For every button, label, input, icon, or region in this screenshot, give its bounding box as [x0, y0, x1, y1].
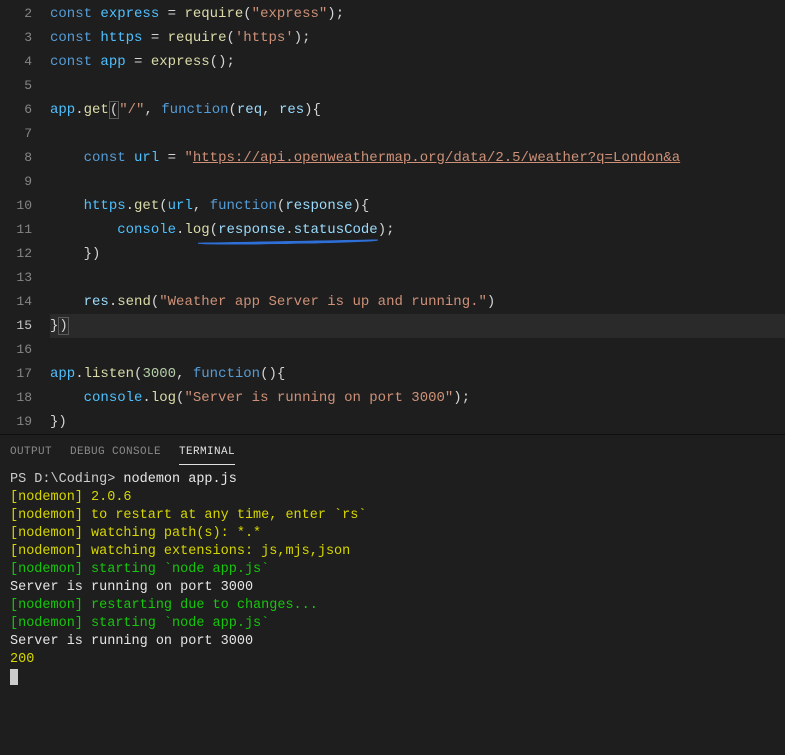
- line-number: 16: [0, 338, 32, 362]
- code-line[interactable]: [50, 338, 785, 362]
- code-area[interactable]: const express = require("express");const…: [50, 2, 785, 434]
- line-number: 14: [0, 290, 32, 314]
- terminal-line: [nodemon] to restart at any time, enter …: [10, 507, 775, 525]
- tab-debug-console[interactable]: DEBUG CONSOLE: [70, 446, 161, 465]
- code-line[interactable]: const url = "https://api.openweathermap.…: [50, 146, 785, 170]
- matching-bracket: (: [109, 101, 119, 119]
- terminal-line: [nodemon] restarting due to changes...: [10, 597, 775, 615]
- code-line[interactable]: const https = require('https');: [50, 26, 785, 50]
- terminal-line: [nodemon] watching path(s): *.*: [10, 525, 775, 543]
- matching-bracket: ): [58, 317, 68, 335]
- code-line[interactable]: [50, 170, 785, 194]
- line-number: 6: [0, 98, 32, 122]
- code-line[interactable]: const app = express();: [50, 50, 785, 74]
- terminal-output[interactable]: PS D:\Coding> nodemon app.js[nodemon] 2.…: [0, 465, 785, 697]
- line-number: 15: [0, 314, 32, 338]
- line-number: 10: [0, 194, 32, 218]
- terminal-line: [nodemon] 2.0.6: [10, 489, 775, 507]
- code-line[interactable]: }): [50, 242, 785, 266]
- line-number: 5: [0, 74, 32, 98]
- terminal-line: [nodemon] watching extensions: js,mjs,js…: [10, 543, 775, 561]
- code-line[interactable]: https.get(url, function(response){: [50, 194, 785, 218]
- code-line[interactable]: }): [50, 410, 785, 434]
- terminal-line: [nodemon] starting `node app.js`: [10, 561, 775, 579]
- line-number: 7: [0, 122, 32, 146]
- terminal-prompt-line: PS D:\Coding> nodemon app.js: [10, 471, 775, 489]
- code-line[interactable]: [50, 74, 785, 98]
- terminal-line: Server is running on port 3000: [10, 633, 775, 651]
- cursor-icon: [10, 669, 18, 685]
- line-number: 11: [0, 218, 32, 242]
- terminal-prompt: PS D:\Coding>: [10, 472, 123, 487]
- terminal-line: [nodemon] starting `node app.js`: [10, 615, 775, 633]
- line-number: 19: [0, 410, 32, 434]
- tab-output[interactable]: OUTPUT: [10, 446, 52, 465]
- code-line[interactable]: app.get("/", function(req, res){: [50, 98, 785, 122]
- code-line[interactable]: res.send("Weather app Server is up and r…: [50, 290, 785, 314]
- line-number: 13: [0, 266, 32, 290]
- line-number-gutter: 2345678910111213141516171819: [0, 2, 50, 434]
- line-number: 2: [0, 2, 32, 26]
- bottom-panel: OUTPUT DEBUG CONSOLE TERMINAL PS D:\Codi…: [0, 438, 785, 755]
- code-line[interactable]: app.listen(3000, function(){: [50, 362, 785, 386]
- code-line[interactable]: [50, 122, 785, 146]
- terminal-cursor-line[interactable]: [10, 669, 775, 687]
- terminal-command: nodemon app.js: [123, 472, 236, 487]
- terminal-line: Server is running on port 3000: [10, 579, 775, 597]
- code-editor[interactable]: 2345678910111213141516171819 const expre…: [0, 0, 785, 434]
- terminal-line: 200: [10, 651, 775, 669]
- panel-tabs: OUTPUT DEBUG CONSOLE TERMINAL: [0, 438, 785, 465]
- tab-terminal[interactable]: TERMINAL: [179, 446, 235, 465]
- code-line[interactable]: }): [50, 314, 785, 338]
- line-number: 18: [0, 386, 32, 410]
- line-number: 3: [0, 26, 32, 50]
- line-number: 4: [0, 50, 32, 74]
- line-number: 12: [0, 242, 32, 266]
- code-line[interactable]: [50, 266, 785, 290]
- line-number: 17: [0, 362, 32, 386]
- line-number: 9: [0, 170, 32, 194]
- code-line[interactable]: const express = require("express");: [50, 2, 785, 26]
- code-line[interactable]: console.log("Server is running on port 3…: [50, 386, 785, 410]
- code-line[interactable]: console.log(response.statusCode);: [50, 218, 785, 242]
- line-number: 8: [0, 146, 32, 170]
